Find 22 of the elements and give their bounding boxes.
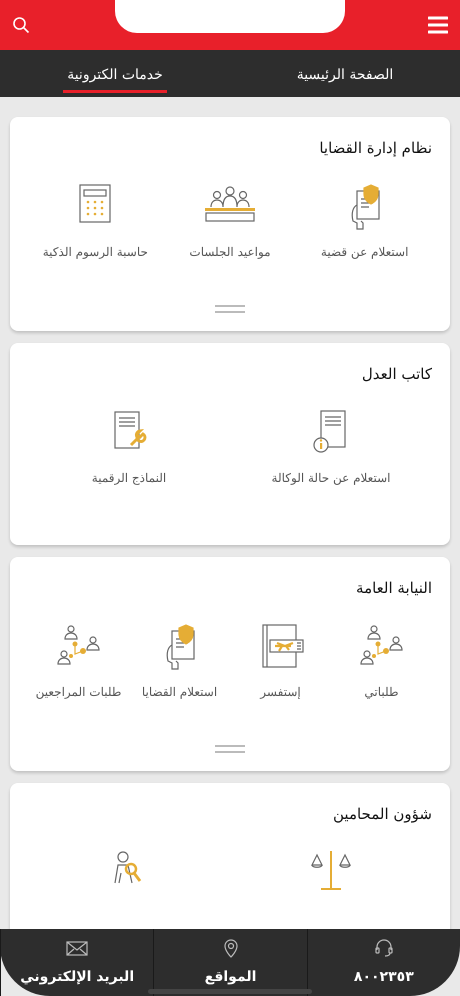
service-item[interactable]: استعلام القضايا (129, 623, 230, 699)
menu-icon (428, 16, 448, 34)
search-button[interactable] (12, 16, 30, 34)
card-title: نظام إدارة القضايا (318, 139, 432, 157)
handle-icon (214, 745, 246, 753)
service-item[interactable]: استعلام عن قضية (297, 183, 432, 259)
service-item[interactable]: طلبات المراجعين (28, 623, 129, 699)
service-item[interactable]: النماذج الرقمية (28, 409, 230, 485)
card-title: النيابة العامة (355, 579, 432, 597)
tab[interactable]: الصفحة الرئيسية (230, 50, 460, 97)
service-item[interactable]: استعلام عن حالة الوكالة (230, 409, 432, 485)
tab[interactable]: خدمات الكترونية (0, 50, 230, 97)
service-item[interactable]: طلباتي (331, 623, 432, 699)
menu-button[interactable] (428, 16, 448, 34)
service-item[interactable]: مواعيد الجلسات (162, 183, 298, 259)
service-item[interactable]: حاسبة الرسوم الذكية (28, 183, 163, 259)
headset-icon (372, 937, 395, 959)
handle-icon (214, 305, 246, 313)
service-item[interactable]: إستفسر (230, 623, 331, 699)
card-title: شؤون المحامين (332, 805, 432, 823)
card-title: كاتب العدل (360, 365, 432, 383)
search-icon (12, 16, 30, 34)
